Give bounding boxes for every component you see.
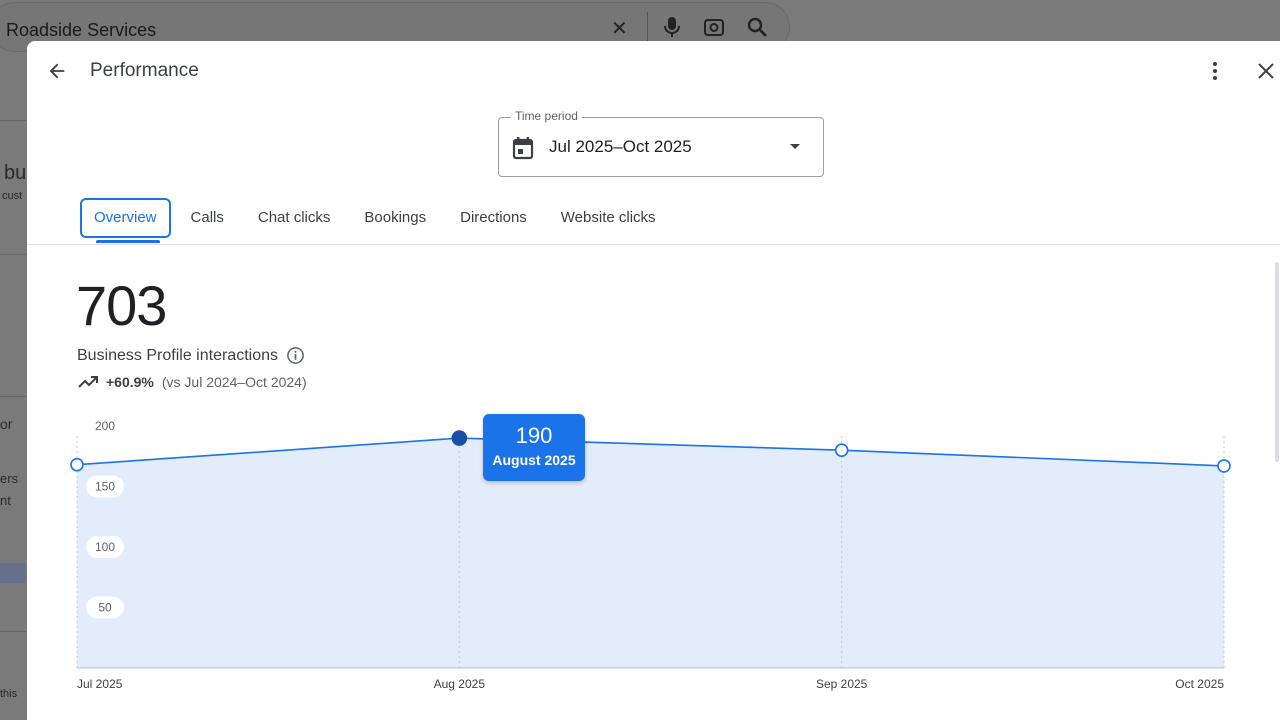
calendar-icon — [512, 136, 534, 160]
background-fragment: or — [0, 416, 12, 432]
tab-calls[interactable]: Calls — [174, 198, 241, 238]
close-icon — [1257, 62, 1275, 80]
info-icon[interactable] — [286, 346, 305, 365]
performance-dialog: Performance Time period Jul 2025–Oct 202… — [27, 41, 1280, 720]
back-button[interactable] — [43, 57, 71, 85]
background-divider — [0, 396, 26, 397]
x-tick-label: Aug 2025 — [434, 677, 486, 691]
chart-series-line — [77, 438, 1224, 466]
mic-icon — [662, 16, 682, 44]
metric-label-row: Business Profile interactions — [77, 346, 305, 365]
tab-chat-clicks[interactable]: Chat clicks — [241, 198, 348, 238]
background-fragment: ers — [0, 471, 18, 486]
background-fragment: this — [0, 688, 17, 700]
tab-website-clicks[interactable]: Website clicks — [544, 198, 673, 238]
tabs-divider — [27, 244, 1280, 245]
metric-label: Business Profile interactions — [77, 347, 278, 365]
background-fragment: cust — [2, 190, 22, 202]
x-tick-label: Jul 2025 — [77, 677, 123, 691]
x-tick-label: Oct 2025 — [1175, 677, 1224, 691]
tooltip-label: August 2025 — [483, 452, 585, 468]
time-period-select[interactable]: Time period Jul 2025–Oct 2025 — [498, 117, 824, 177]
tab-bookings[interactable]: Bookings — [347, 198, 443, 238]
background-divider — [0, 254, 26, 255]
tab-overview[interactable]: Overview — [80, 198, 171, 238]
y-tick-label: 100 — [95, 540, 115, 554]
y-tick-label: 50 — [98, 601, 112, 615]
chart-area — [77, 438, 1224, 668]
close-button[interactable] — [1252, 57, 1280, 85]
time-period-label: Time period — [511, 109, 582, 123]
active-tab-indicator — [96, 240, 160, 243]
chart-data-point[interactable] — [836, 444, 848, 456]
more-options-button[interactable] — [1203, 57, 1227, 85]
background-highlight — [0, 563, 26, 583]
page-title: Performance — [90, 60, 199, 82]
x-tick-label: Sep 2025 — [816, 677, 868, 691]
trend-row: +60.9% (vs Jul 2024–Oct 2024) — [78, 374, 307, 390]
background-divider — [0, 631, 26, 632]
trending-up-icon — [78, 376, 98, 388]
search-icon — [746, 16, 768, 44]
background-divider — [0, 120, 26, 121]
y-tick-pill — [86, 536, 124, 558]
background-fragment: bu — [4, 162, 26, 185]
chart-data-point[interactable] — [452, 431, 466, 445]
arrow-left-icon — [46, 60, 68, 82]
y-tick-pill — [86, 597, 124, 619]
tooltip-value: 190 — [483, 423, 585, 449]
y-tick-pill — [86, 476, 124, 498]
background-search-text: d Roadside Services — [0, 20, 156, 41]
metric-value: 703 — [76, 273, 166, 338]
chart-tooltip: 190 August 2025 — [483, 414, 585, 481]
dropdown-arrow-icon — [789, 143, 801, 150]
tab-directions[interactable]: Directions — [443, 198, 544, 238]
time-period-value: Jul 2025–Oct 2025 — [549, 137, 692, 157]
chart-data-point[interactable] — [71, 459, 83, 471]
background-divider — [647, 12, 648, 42]
y-tick-label: 150 — [95, 480, 115, 494]
tab-bar: Overview Calls Chat clicks Bookings Dire… — [80, 196, 673, 240]
chart-data-point[interactable] — [1218, 460, 1230, 472]
trend-change: +60.9% — [106, 374, 154, 390]
background-fragment: nt — [0, 493, 11, 508]
clear-icon: ✕ — [611, 16, 628, 41]
y-tick-label: 200 — [95, 419, 115, 433]
scrollbar[interactable] — [1275, 262, 1279, 462]
more-vert-icon — [1212, 61, 1218, 81]
lens-icon — [703, 16, 725, 44]
trend-comparison: (vs Jul 2024–Oct 2024) — [162, 374, 307, 390]
